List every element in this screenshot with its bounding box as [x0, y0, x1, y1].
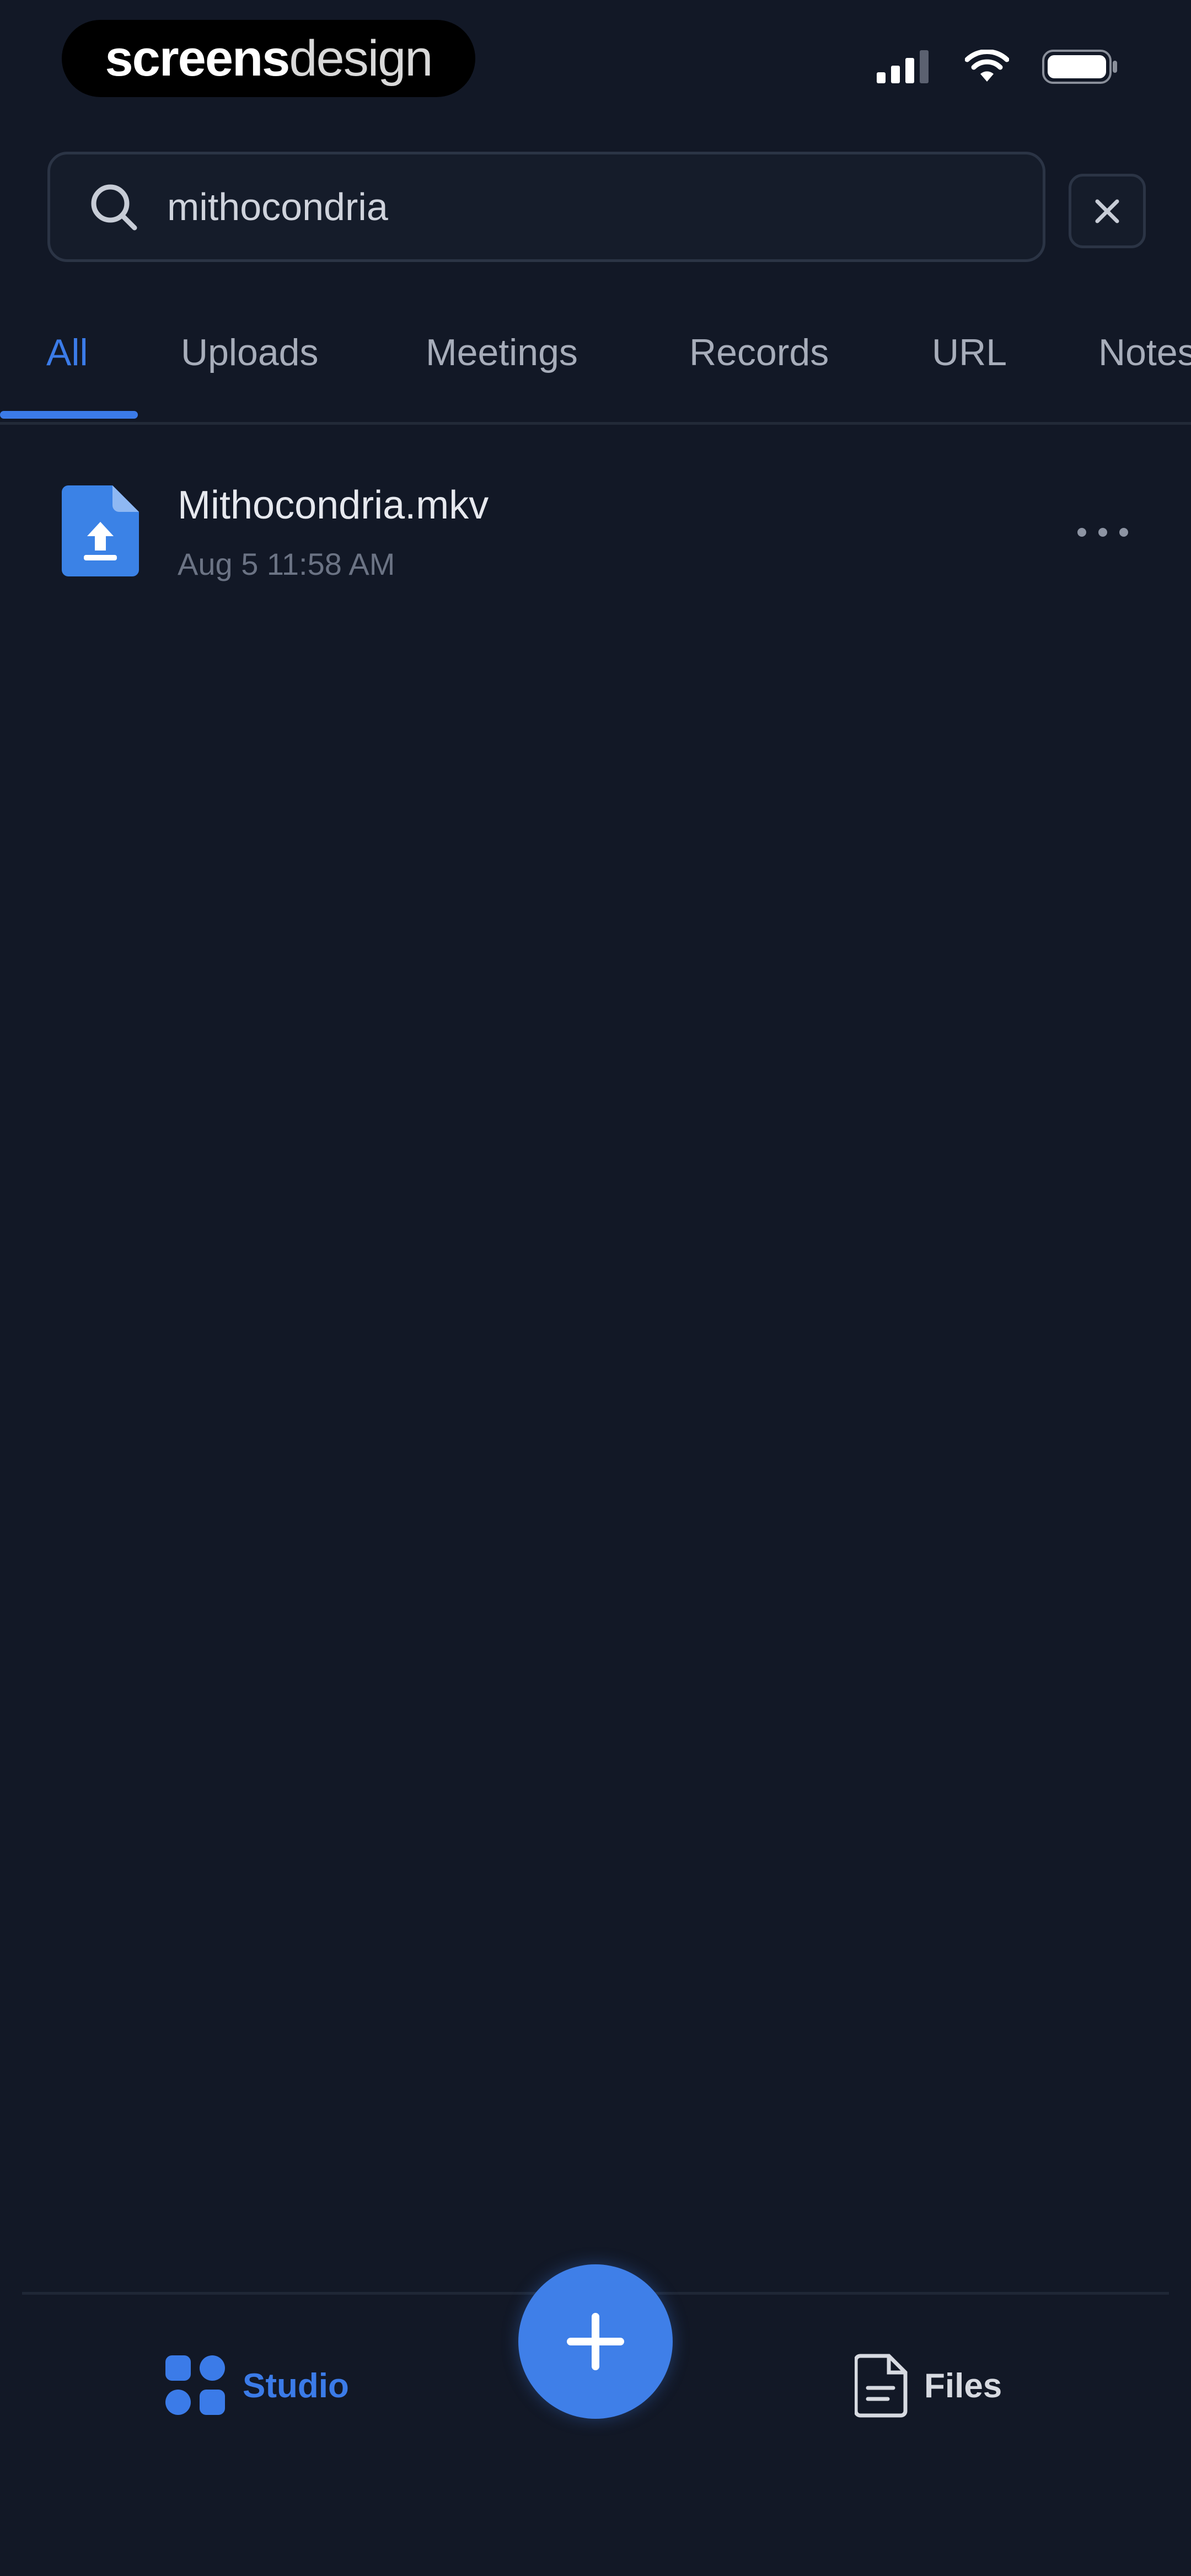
brand-light-text: design	[289, 30, 433, 87]
tab-meetings[interactable]: Meetings	[426, 331, 578, 374]
tab-url[interactable]: URL	[932, 331, 1007, 374]
status-bar: screens design	[0, 0, 1191, 121]
file-icon	[855, 2354, 908, 2418]
tab-records[interactable]: Records	[689, 331, 829, 374]
tab-notes[interactable]: Notes	[1098, 331, 1191, 374]
tab-uploads[interactable]: Uploads	[181, 331, 319, 374]
add-button[interactable]	[518, 2264, 673, 2419]
cellular-signal-icon	[877, 50, 929, 83]
brand-bold-text: screens	[105, 30, 291, 87]
search-screen: screens design mithocondria All Uploads …	[0, 0, 1191, 2576]
nav-studio-label: Studio	[243, 2366, 349, 2405]
file-date: Aug 5 11:58 AM	[178, 547, 395, 581]
search-box[interactable]	[47, 152, 1045, 262]
filter-tabs: All Uploads Meetings Records URL Notes	[0, 298, 1191, 425]
plus-icon	[567, 2313, 624, 2370]
brand-watermark: screens design	[62, 20, 475, 97]
battery-icon	[1042, 50, 1117, 84]
search-icon	[83, 177, 144, 237]
more-options-button[interactable]	[1067, 513, 1139, 552]
tab-all[interactable]: All	[46, 331, 88, 374]
more-horizontal-icon	[1077, 528, 1128, 537]
nav-files-label: Files	[924, 2366, 1002, 2405]
upload-file-icon	[62, 485, 139, 576]
status-icons	[877, 49, 1119, 85]
clear-search-button[interactable]	[1069, 174, 1146, 248]
grid-icon	[165, 2355, 225, 2415]
wifi-icon	[965, 50, 1009, 82]
close-icon	[1095, 199, 1119, 223]
file-name: Mithocondria.mkv	[178, 483, 489, 527]
search-input[interactable]	[166, 184, 1043, 229]
list-item[interactable]: Mithocondria.mkv Aug 5 11:58 AM	[0, 458, 1191, 590]
active-tab-indicator	[0, 411, 138, 419]
nav-files[interactable]: Files	[855, 2353, 1002, 2419]
tabs-divider	[0, 422, 1191, 425]
nav-studio[interactable]: Studio	[165, 2353, 349, 2419]
